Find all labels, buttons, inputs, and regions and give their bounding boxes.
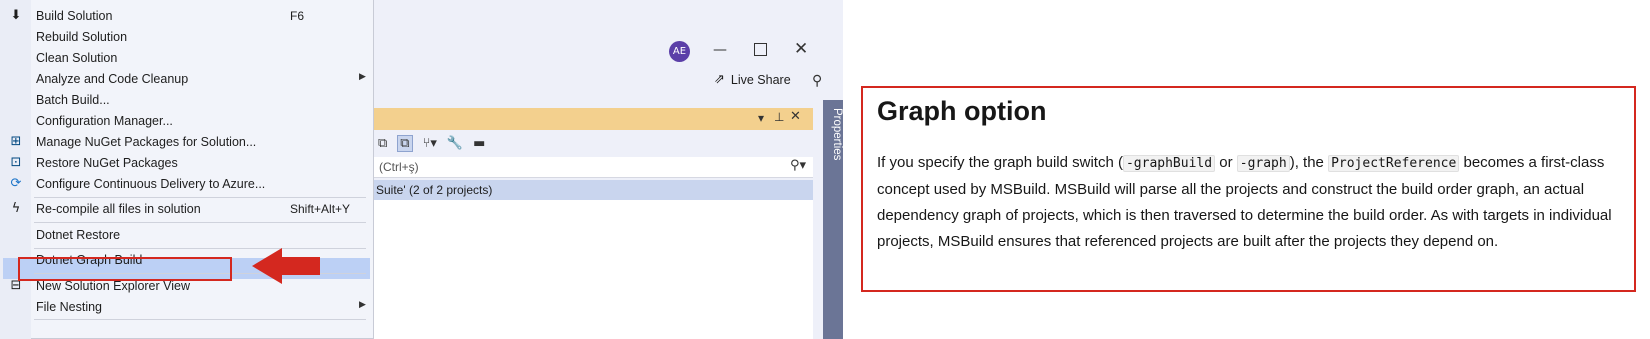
menu-item-dotnet-restore[interactable]: Dotnet Restore	[0, 224, 374, 246]
menu-item-restore-nuget[interactable]: ⊡ Restore NuGet Packages	[0, 152, 374, 174]
avatar[interactable]: AE	[669, 41, 690, 62]
live-share-button[interactable]: ⇗ Live Share	[714, 72, 791, 87]
menu-item-manage-nuget[interactable]: ⊞ Manage NuGet Packages for Solution...	[0, 131, 374, 153]
search-input[interactable]: (Ctrl+ş)	[379, 160, 419, 174]
menu-separator	[34, 222, 366, 223]
menu-separator	[34, 319, 366, 320]
panel-close-icon[interactable]: ✕	[790, 109, 801, 124]
text-run: or	[1215, 154, 1237, 171]
feedback-icon[interactable]: ⚲	[812, 72, 822, 89]
text-run: ), the	[1289, 154, 1329, 171]
inline-code: ProjectReference	[1328, 155, 1460, 172]
tree-area	[358, 200, 813, 339]
azure-icon: ⟳	[10, 176, 22, 191]
maximize-icon[interactable]	[754, 43, 767, 56]
menu-item-rebuild-solution[interactable]: Rebuild Solution	[0, 26, 374, 48]
minimize-icon[interactable]: —	[713, 42, 727, 58]
menu-item-recompile[interactable]: ϟ Re-compile all files in solution Shift…	[0, 198, 374, 220]
collapse-all-icon[interactable]: ⧉	[378, 136, 387, 151]
preview-icon[interactable]: ▬	[473, 136, 485, 151]
title-bar	[358, 34, 843, 69]
menu-item-clean-solution[interactable]: Clean Solution	[0, 47, 374, 69]
nuget-icon: ⊞	[10, 134, 22, 149]
restore-icon: ⊡	[10, 155, 22, 170]
share-icon: ⇗	[714, 72, 725, 87]
git-filter-icon[interactable]: ⑂▾	[423, 136, 437, 151]
live-share-label: Live Share	[730, 72, 791, 87]
doc-title: Graph option	[877, 96, 1047, 126]
search-box[interactable]	[358, 157, 813, 178]
show-all-files-icon[interactable]: ⧉	[397, 134, 413, 152]
menu-item-continuous-delivery[interactable]: ⟳ Configure Continuous Delivery to Azure…	[0, 173, 374, 195]
doc-paragraph: If you specify the graph build switch (-…	[877, 150, 1622, 255]
menu-item-build-solution[interactable]: ⬇ Build Solution F6	[0, 5, 374, 27]
solution-label: Suite' (2 of 2 projects)	[376, 183, 493, 197]
submenu-arrow-icon: ▶	[359, 72, 366, 82]
menu-item-analyze-cleanup[interactable]: Analyze and Code Cleanup ▶	[0, 68, 374, 90]
build-icon: ⬇	[10, 8, 22, 23]
pointer-arrow-icon	[252, 248, 320, 284]
highlight-box	[18, 257, 232, 281]
search-icon[interactable]: ⚲▾	[790, 158, 806, 173]
menu-item-batch-build[interactable]: Batch Build...	[0, 89, 374, 111]
menu-item-configuration-manager[interactable]: Configuration Manager...	[0, 110, 374, 132]
submenu-arrow-icon: ▶	[359, 300, 366, 310]
pin-icon[interactable]: ⊥	[774, 110, 784, 124]
inline-code: -graph	[1236, 155, 1290, 172]
panel-titlebar	[358, 108, 813, 130]
inline-code: -graphBuild	[1122, 155, 1216, 172]
panel-toolbar: ⧉ ⧉ ⑂▾ 🔧 ▬	[358, 130, 813, 156]
menu-item-file-nesting[interactable]: File Nesting ▶	[0, 296, 374, 318]
panel-dropdown-icon[interactable]: ▾	[758, 111, 764, 125]
wrench-icon[interactable]: 🔧	[447, 136, 463, 151]
lightning-icon: ϟ	[11, 201, 21, 216]
close-icon[interactable]: ✕	[794, 39, 808, 59]
properties-label[interactable]: Properties	[823, 108, 843, 160]
text-run: If you specify the graph build switch (	[877, 154, 1123, 171]
